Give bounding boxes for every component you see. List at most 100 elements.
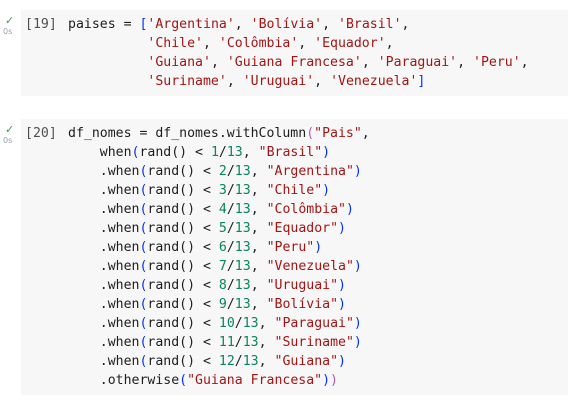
code-token: ) <box>353 259 362 274</box>
code-token: 'Colômbia' <box>218 36 299 51</box>
code-cell-19[interactable]: ✓ 0s [19] paises = ['Argentina', 'Bolívi… <box>0 10 568 96</box>
code-token: ) <box>330 373 338 388</box>
code-token: , <box>361 126 370 141</box>
code-token: 'Bolívia' <box>250 17 323 32</box>
code-token: "Colômbia" <box>266 202 346 217</box>
code-token: 2 <box>218 164 227 179</box>
code-token: df_nomes = df_nomes.withColumn <box>68 126 307 141</box>
code-token: , <box>250 221 267 236</box>
code-token: paises = <box>68 17 140 32</box>
code-token: ) <box>338 354 346 369</box>
code-line: .otherwise("Guiana Francesa")) <box>68 371 370 390</box>
code-token: 13 <box>234 164 251 179</box>
code-token: 'Suriname' <box>147 74 227 89</box>
code-line: .when(rand() < 6/13, "Peru") <box>68 238 370 257</box>
code-editor[interactable]: df_nomes = df_nomes.withColumn("Pais", w… <box>68 124 370 390</box>
code-token: , <box>250 202 267 217</box>
code-editor[interactable]: paises = ['Argentina', 'Bolívia', 'Brasi… <box>68 15 529 91</box>
code-token: , <box>361 55 378 70</box>
code-token: 13 <box>234 278 251 293</box>
code-token: rand() < <box>147 164 219 179</box>
code-token: , <box>258 335 275 350</box>
code-token: 'Peru' <box>473 55 521 70</box>
code-token: ) <box>338 297 346 312</box>
code-token: rand() < <box>147 297 219 312</box>
code-line: .when(rand() < 11/13, "Suriname") <box>68 333 370 352</box>
code-token: , <box>258 354 275 369</box>
code-token: .when <box>68 297 140 312</box>
code-token: 5 <box>218 221 227 236</box>
code-token: rand() < <box>147 221 219 236</box>
code-token: / <box>226 202 235 217</box>
code-token: ) <box>314 240 323 255</box>
code-token: "Guiana Francesa" <box>187 373 323 388</box>
code-token: 13 <box>226 145 243 160</box>
execution-count: [20] <box>25 126 57 141</box>
code-token: , <box>250 297 267 312</box>
code-line: .when(rand() < 7/13, "Venezuela") <box>68 257 370 276</box>
code-token: ) <box>338 278 346 293</box>
code-token: rand() < <box>147 354 219 369</box>
code-token: rand() < <box>147 278 219 293</box>
code-token: ) <box>322 373 331 388</box>
code-token: .when <box>68 278 140 293</box>
check-icon: ✓ <box>5 14 15 27</box>
code-token: ( <box>179 373 188 388</box>
execution-time: 0s <box>3 136 13 145</box>
code-line: .when(rand() < 5/13, "Equador") <box>68 219 370 238</box>
code-token: 'Argentina' <box>147 17 235 32</box>
code-token: .otherwise <box>68 373 180 388</box>
code-token: 13 <box>234 221 251 236</box>
code-token: ) <box>345 202 354 217</box>
code-token: / <box>234 316 243 331</box>
code-token: .when <box>68 316 140 331</box>
code-token: "Venezuela" <box>266 259 354 274</box>
code-token: , <box>385 36 394 51</box>
code-token: / <box>226 240 235 255</box>
code-token: 7 <box>218 259 227 274</box>
code-token: , <box>401 17 410 32</box>
code-token: .when <box>68 240 140 255</box>
code-token: rand() < <box>147 240 219 255</box>
code-token: 13 <box>234 202 251 217</box>
code-token: "Peru" <box>266 240 315 255</box>
code-token: / <box>218 145 227 160</box>
code-token: 'Venezuela' <box>330 74 418 89</box>
code-token: , <box>234 17 251 32</box>
code-token: , <box>314 74 331 89</box>
code-line: df_nomes = df_nomes.withColumn("Pais", <box>68 124 370 143</box>
code-cell-20[interactable]: ✓ 0s [20] df_nomes = df_nomes.withColumn… <box>0 119 568 395</box>
code-line: when(rand() < 1/13, "Brasil") <box>68 143 370 162</box>
code-token: 'Chile' <box>147 36 203 51</box>
code-token: 13 <box>234 240 251 255</box>
code-token: , <box>250 183 267 198</box>
code-token: rand() < <box>147 183 219 198</box>
code-line: 'Chile', 'Colômbia', 'Equador', <box>68 34 529 53</box>
code-token: / <box>234 354 243 369</box>
code-token: 13 <box>242 354 259 369</box>
code-token: 13 <box>234 259 251 274</box>
code-token: / <box>226 278 235 293</box>
code-token: , <box>250 164 267 179</box>
check-icon: ✓ <box>5 123 15 136</box>
code-token: 10 <box>218 316 235 331</box>
code-token: .when <box>68 221 140 236</box>
code-token: when <box>68 145 132 160</box>
code-token: rand() < <box>147 335 219 350</box>
execution-time: 0s <box>3 27 13 36</box>
code-token: "Guiana" <box>274 354 339 369</box>
code-token: , <box>250 259 267 274</box>
code-token: 11 <box>218 335 235 350</box>
code-token: "Bolívia" <box>266 297 339 312</box>
code-token: 13 <box>242 316 259 331</box>
code-token: "Uruguai" <box>266 278 339 293</box>
execution-count: [19] <box>25 17 57 32</box>
code-token: 13 <box>234 297 251 312</box>
code-token: 'Guiana' <box>147 55 211 70</box>
code-token: 1 <box>210 145 219 160</box>
code-token: "Paraguai" <box>274 316 354 331</box>
code-line: .when(rand() < 9/13, "Bolívia") <box>68 295 370 314</box>
code-token: "Brasil" <box>258 145 323 160</box>
